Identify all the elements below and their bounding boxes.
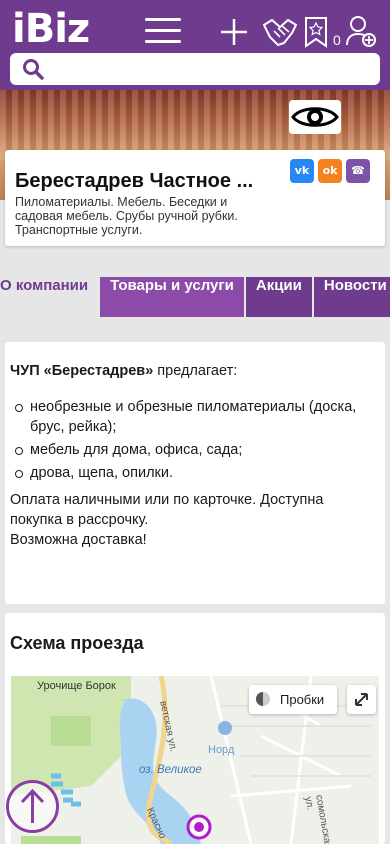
expand-icon xyxy=(355,693,368,706)
list-item: необрезные и обрезные пиломатериалы (дос… xyxy=(10,397,375,437)
company-name: Берестадрев Частное ... xyxy=(15,170,254,192)
ok-share-icon[interactable]: ok xyxy=(318,159,342,183)
tab-news[interactable]: Новости xyxy=(313,277,390,317)
tab-about[interactable]: О компании xyxy=(0,277,99,317)
about-intro: ЧУП «Берестадрев» предлагает: xyxy=(10,363,237,379)
tab-promotions[interactable]: Акции xyxy=(245,277,312,317)
vk-share-icon[interactable]: vk xyxy=(290,159,314,183)
payment-text: Оплата наличными или по карточке. Доступ… xyxy=(10,492,324,528)
map-label-tract: Урочище Борок xyxy=(37,680,116,692)
company-tabs: О компании Товары и услуги Акции Новости xyxy=(0,277,390,317)
traffic-icon xyxy=(256,692,270,706)
about-footer: Оплата наличными или по карточке. Доступ… xyxy=(10,490,375,550)
map-section: Схема проезда Урочище Борок ветская ул. … xyxy=(5,613,385,844)
viber-share-icon[interactable]: ☎ xyxy=(346,159,370,183)
hotel-icon xyxy=(218,721,232,735)
map-label-lake: оз. Великое xyxy=(139,764,202,776)
search-icon[interactable] xyxy=(22,58,44,80)
bookmark-count: 0 xyxy=(333,32,341,48)
menu-button[interactable] xyxy=(145,18,181,44)
arrow-up-icon xyxy=(20,788,45,823)
company-card: Берестадрев Частное ... Пиломатериалы. М… xyxy=(5,150,385,246)
about-intro-rest: предлагает: xyxy=(153,363,238,379)
location-pin-icon[interactable] xyxy=(184,812,214,842)
traffic-button[interactable]: Пробки xyxy=(249,685,337,714)
list-item: дрова, щепа, опилки. xyxy=(10,463,375,483)
list-item: мебель для дома, офиса, сада; xyxy=(10,440,375,460)
about-list: необрезные и обрезные пиломатериалы (дос… xyxy=(10,397,375,486)
user-add-icon[interactable] xyxy=(346,15,376,51)
app-header: iBiz 0 xyxy=(0,0,390,90)
delivery-text: Возможна доставка! xyxy=(10,532,147,548)
map-title: Схема проезда xyxy=(10,633,144,653)
search-input[interactable] xyxy=(52,57,372,81)
eye-icon xyxy=(291,107,339,127)
add-icon[interactable] xyxy=(219,17,249,53)
search-bar[interactable] xyxy=(10,53,380,85)
traffic-label: Пробки xyxy=(280,692,325,707)
scroll-to-top-button[interactable] xyxy=(6,780,59,833)
handshake-icon[interactable] xyxy=(262,15,298,51)
about-section: ЧУП «Берестадрев» предлагает: необрезные… xyxy=(5,342,385,604)
tab-products[interactable]: Товары и услуги xyxy=(100,277,244,317)
about-company-name: ЧУП «Берестадрев» xyxy=(10,363,154,379)
company-description: Пиломатериалы. Мебель. Беседки и садовая… xyxy=(15,195,238,237)
bookmark-icon[interactable] xyxy=(304,16,328,52)
view-count-badge xyxy=(289,100,341,134)
fullscreen-button[interactable] xyxy=(347,685,376,714)
route-map[interactable]: Урочище Борок ветская ул. оз. Великое Но… xyxy=(11,676,379,844)
logo[interactable]: iBiz xyxy=(12,6,90,52)
map-label-nord: Норд xyxy=(208,744,235,756)
